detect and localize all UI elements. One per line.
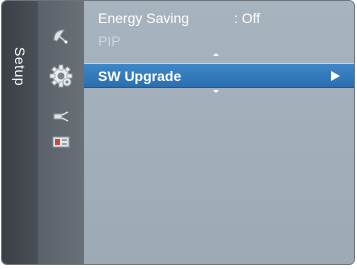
- gear-icon[interactable]: [46, 61, 76, 91]
- scroll-up-indicator-icon: [213, 53, 219, 56]
- connector-icon[interactable]: [50, 105, 72, 127]
- menu-item-sw-upgrade[interactable]: SW Upgrade: [84, 63, 354, 88]
- menu-item-value: : Off: [234, 10, 261, 26]
- side-tab: Setup: [2, 1, 39, 264]
- input-source-icon[interactable]: [50, 131, 72, 153]
- setup-menu-panel: Setup Energy Saving: Off PIP SW Upgrade: [1, 0, 355, 265]
- scroll-down-indicator-icon: [213, 90, 219, 93]
- tv-osd-screen: Setup Energy Saving: Off PIP SW Upgrade: [0, 0, 357, 269]
- submenu-arrow-icon: [331, 71, 340, 81]
- setup-menu: Energy Saving : Off PIP SW Upgrade: [84, 1, 354, 264]
- satellite-dish-icon[interactable]: [50, 25, 72, 47]
- menu-item-label: Energy Saving: [98, 10, 190, 26]
- category-icon-column: [38, 1, 120, 264]
- menu-item-label: PIP: [98, 33, 121, 49]
- menu-item-energy-saving[interactable]: Energy Saving : Off: [84, 7, 354, 29]
- side-tab-label: Setup: [12, 47, 28, 87]
- menu-item-label: SW Upgrade: [98, 67, 182, 84]
- menu-item-pip[interactable]: PIP: [84, 30, 354, 52]
